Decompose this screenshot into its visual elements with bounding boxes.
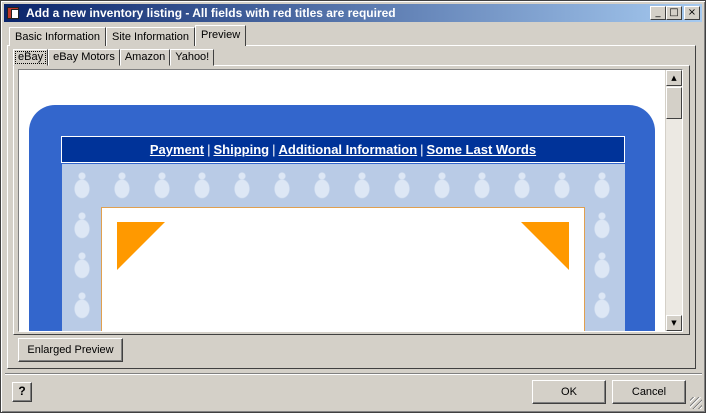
minimize-button[interactable]: _ xyxy=(650,6,666,20)
corner-right-decoration xyxy=(521,222,569,270)
nav-link-payment[interactable]: Payment xyxy=(150,142,204,157)
scroll-up-icon[interactable]: ▲ xyxy=(666,70,682,86)
site-subtabs: eBay eBay Motors Amazon Yahoo! xyxy=(13,48,215,66)
ok-button[interactable]: OK xyxy=(532,380,606,404)
nav-link-additional-information[interactable]: Additional Information xyxy=(278,142,417,157)
subtab-yahoo[interactable]: Yahoo! xyxy=(170,49,215,66)
maximize-button[interactable]: □ xyxy=(666,6,682,20)
vertical-scrollbar[interactable]: ▲ ▼ xyxy=(665,70,682,331)
resize-grip-icon[interactable] xyxy=(690,397,702,409)
cancel-button[interactable]: Cancel xyxy=(612,380,686,404)
subtab-ebay-motors[interactable]: eBay Motors xyxy=(48,49,120,66)
close-button[interactable]: × xyxy=(684,6,700,20)
app-icon xyxy=(6,5,22,21)
listing-preview[interactable]: Payment | Shipping | Additional Information |… xyxy=(18,69,683,332)
dialog-window: Add a new inventory listing - All fields… xyxy=(0,0,706,413)
window-title: Add a new inventory listing - All fields… xyxy=(26,6,396,20)
nav-link-shipping[interactable]: Shipping xyxy=(213,142,269,157)
preview-viewport: Payment | Shipping | Additional Information |… xyxy=(19,70,665,331)
tab-basic-information[interactable]: Basic Information xyxy=(9,27,106,46)
template-content-area xyxy=(101,207,585,331)
corner-left-decoration xyxy=(117,222,165,270)
help-button[interactable]: ? xyxy=(12,382,32,402)
nav-separator: | xyxy=(420,142,424,157)
template-navbar: Payment | Shipping | Additional Information |… xyxy=(61,136,625,163)
main-tabs: Basic Information Site Information Previ… xyxy=(9,24,247,46)
enlarged-preview-button[interactable]: Enlarged Preview xyxy=(18,338,123,362)
tab-site-information[interactable]: Site Information xyxy=(105,27,196,46)
nav-link-some-last-words[interactable]: Some Last Words xyxy=(427,142,537,157)
scroll-thumb[interactable] xyxy=(666,87,682,119)
subtab-amazon[interactable]: Amazon xyxy=(119,49,171,66)
subtab-ebay[interactable]: eBay xyxy=(13,49,49,66)
tab-preview[interactable]: Preview xyxy=(195,25,247,46)
title-bar[interactable]: Add a new inventory listing - All fields… xyxy=(4,4,702,22)
divider xyxy=(5,373,702,375)
scroll-down-icon[interactable]: ▼ xyxy=(666,315,682,331)
